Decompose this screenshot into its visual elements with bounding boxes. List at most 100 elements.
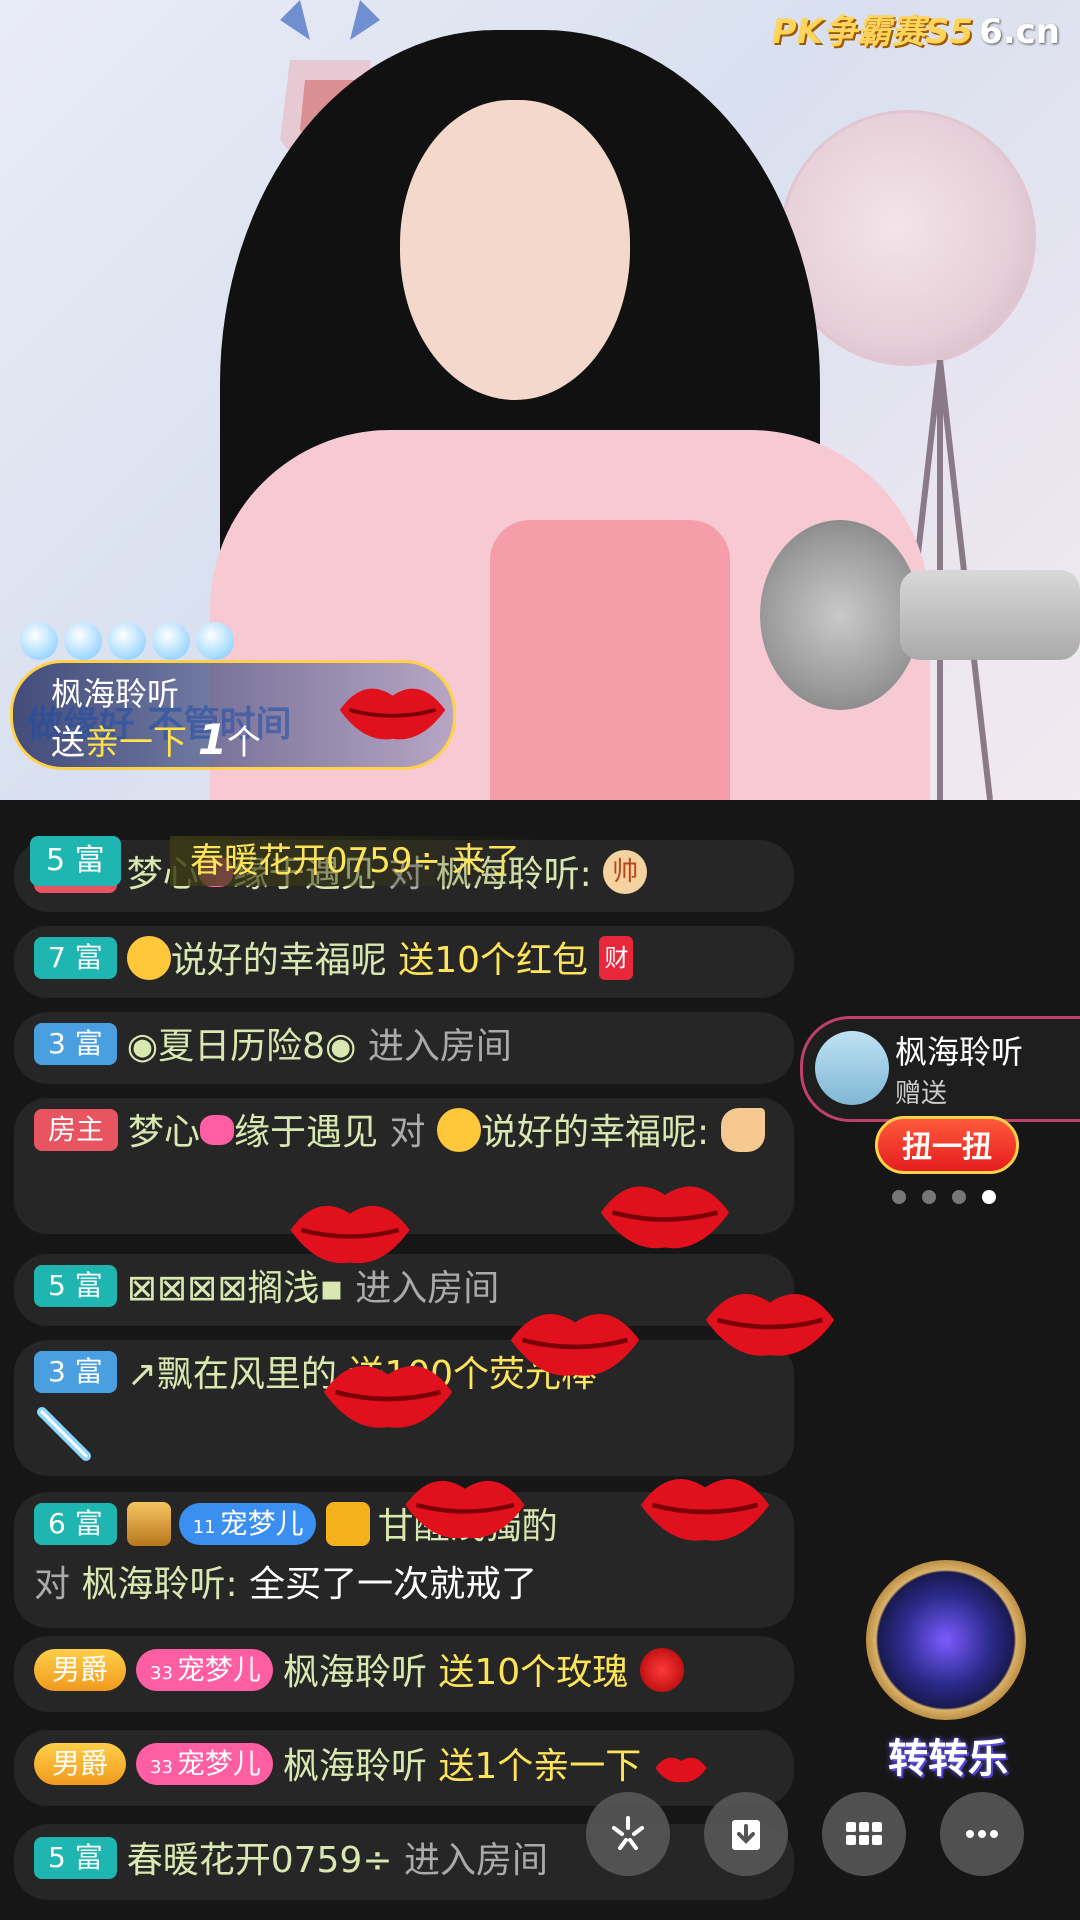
vip-card-icon <box>325 1502 370 1546</box>
chat-user-name[interactable]: 枫海聆听 <box>283 1652 427 1693</box>
floating-lips-icon <box>600 1186 730 1249</box>
noble-badge: 男爵 <box>34 1649 127 1691</box>
user-entered-banner: 5 富 春暖花开0759÷ 来了 <box>30 836 730 896</box>
chat-message: 5 富春暖花开0759÷ 进入房间 <box>14 1824 794 1900</box>
chat-gift-text: 送10个红包 <box>398 940 588 981</box>
chat-user-name[interactable]: ↗飘在风里的 <box>127 1354 337 1395</box>
chat-text: 全买了一次就戒了 <box>249 1564 538 1605</box>
grid-icon <box>846 1822 882 1845</box>
pet-level: 33 <box>150 1663 173 1684</box>
floating-lips-icon <box>510 1314 640 1376</box>
pet-level: 11 <box>192 1517 216 1538</box>
chat-user-name[interactable]: 枫海聆听 <box>283 1746 427 1787</box>
event-logo: PK争霸赛S5 6.cn <box>772 4 1060 53</box>
streamer-face <box>400 100 630 400</box>
more-button[interactable] <box>940 1792 1024 1876</box>
bubble-icon <box>152 622 190 660</box>
chat-message: 7 富 说好的幸福呢 送10个红包 财 <box>14 926 794 998</box>
rose-icon <box>639 1648 684 1692</box>
bubble-icon <box>196 622 234 660</box>
level-badge: 7 富 <box>34 937 117 979</box>
lips-icon <box>655 1757 707 1783</box>
floating-lips-icon <box>323 1366 453 1428</box>
microphone <box>760 520 920 710</box>
noble-badge: 男爵 <box>34 1743 127 1785</box>
glow-stick-icon <box>37 1407 91 1461</box>
pet-name: 宠梦儿 <box>176 1653 261 1686</box>
pet-badge: 33 宠梦儿 <box>136 1649 273 1691</box>
gift-banner-sender: 枫海聆听 <box>51 675 180 713</box>
sparkle-icon <box>612 1816 644 1850</box>
eye-roll-emoji-icon <box>436 1108 481 1152</box>
chat-user-name[interactable]: ◉夏日历险8◉ <box>127 1026 357 1067</box>
twist-button[interactable]: 扭一扭 <box>875 1116 1019 1174</box>
download-icon <box>732 1820 760 1850</box>
chat-user-name[interactable]: 说好的幸福呢 <box>171 940 387 981</box>
floating-lips-icon <box>640 1479 770 1541</box>
chat-action-text: 进入房间 <box>403 1840 548 1881</box>
avatar <box>815 1031 889 1105</box>
gold-bar-icon <box>126 1502 171 1546</box>
pet-name: 宠梦儿 <box>219 1507 304 1540</box>
bubble-icon <box>20 622 58 660</box>
chat-user-name[interactable]: 梦心 <box>128 1112 200 1153</box>
chat-target-name[interactable]: 枫海聆听: <box>81 1564 237 1605</box>
chat-target-name[interactable]: 说好的幸福呢: <box>481 1112 709 1153</box>
microphone-body <box>900 570 1080 660</box>
bubble-icon <box>108 622 146 660</box>
chat-gift-text: 送1个亲一下 <box>438 1746 642 1787</box>
chat-user-name-suffix[interactable]: 缘于遇见 <box>234 1112 378 1153</box>
pager-dot-active[interactable] <box>982 1190 996 1204</box>
gift-banner-unit: 个 <box>227 723 262 763</box>
satellite-dish-decoration <box>780 110 1036 366</box>
enter-banner-text: 春暖花开0759÷ 来了 <box>170 836 540 886</box>
pager-dot[interactable] <box>952 1190 966 1204</box>
level-badge: 5 富 <box>34 1837 117 1879</box>
carousel-pager <box>892 1190 996 1204</box>
bubble-icon <box>64 622 102 660</box>
chat-message: 男爵 33 宠梦儿 枫海聆听 送1个亲一下 <box>14 1730 794 1806</box>
level-badge: 3 富 <box>34 1351 117 1393</box>
chat-user-name[interactable]: 春暖花开0759÷ <box>127 1840 393 1881</box>
pet-level: 33 <box>150 1757 173 1778</box>
lips-gift-icon <box>339 688 446 740</box>
gift-banner-verb: 送 <box>51 723 85 763</box>
floating-lips-icon <box>405 1480 525 1539</box>
pet-badge: 33 宠梦儿 <box>136 1743 273 1785</box>
heart-icon <box>200 1115 235 1145</box>
lucky-wheel-icon[interactable] <box>866 1560 1026 1720</box>
chat-gift-text: 送10个玫瑰 <box>438 1652 629 1693</box>
floating-lips-icon <box>290 1205 410 1264</box>
level-badge: 3 富 <box>34 1023 117 1065</box>
gift-banner-line: 送亲一下 1个 <box>51 715 261 764</box>
lucky-wheel-label[interactable]: 转转乐 <box>858 1726 1038 1784</box>
pager-dot[interactable] <box>922 1190 936 1204</box>
level-badge: 5 富 <box>34 1265 117 1307</box>
gift-banner-count: 1 <box>197 715 228 764</box>
host-badge: 房主 <box>34 1109 119 1151</box>
chat-to: 对 <box>389 1112 426 1153</box>
eye-roll-emoji-icon <box>126 936 171 980</box>
level-badge: 6 富 <box>34 1503 117 1545</box>
gift-sender-card[interactable]: 枫海聆听 赠送 <box>800 1016 1080 1122</box>
enter-banner-badge: 5 富 <box>30 836 121 886</box>
chat-action-text: 进入房间 <box>367 1026 512 1067</box>
sender-name: 枫海聆听 <box>895 1033 1024 1071</box>
event-logo-text: PK争霸赛S5 <box>771 12 974 52</box>
combo-bubbles <box>20 622 234 660</box>
chat-message: 3 富 ◉夏日历险8◉ 进入房间 <box>14 1012 794 1084</box>
streamer-shirt <box>490 520 730 800</box>
gift-banner-gift: 亲一下 <box>85 723 187 763</box>
chat-to: 对 <box>34 1564 71 1605</box>
sender-action: 赠送 <box>895 1079 948 1109</box>
grid-menu-button[interactable] <box>822 1792 906 1876</box>
red-packet-icon: 财 <box>599 936 634 980</box>
pet-badge: 11 宠梦儿 <box>178 1503 316 1545</box>
pager-dot[interactable] <box>892 1190 906 1204</box>
download-button[interactable] <box>704 1792 788 1876</box>
live-video[interactable]: PK争霸赛S5 6.cn 做缘好 不管时间 枫海聆听 送亲一下 1个 <box>0 0 1080 800</box>
pet-name: 宠梦儿 <box>176 1747 261 1780</box>
more-icon <box>966 1830 998 1838</box>
site-logo-text: 6.cn <box>979 12 1060 52</box>
sparkle-button[interactable] <box>586 1792 670 1876</box>
